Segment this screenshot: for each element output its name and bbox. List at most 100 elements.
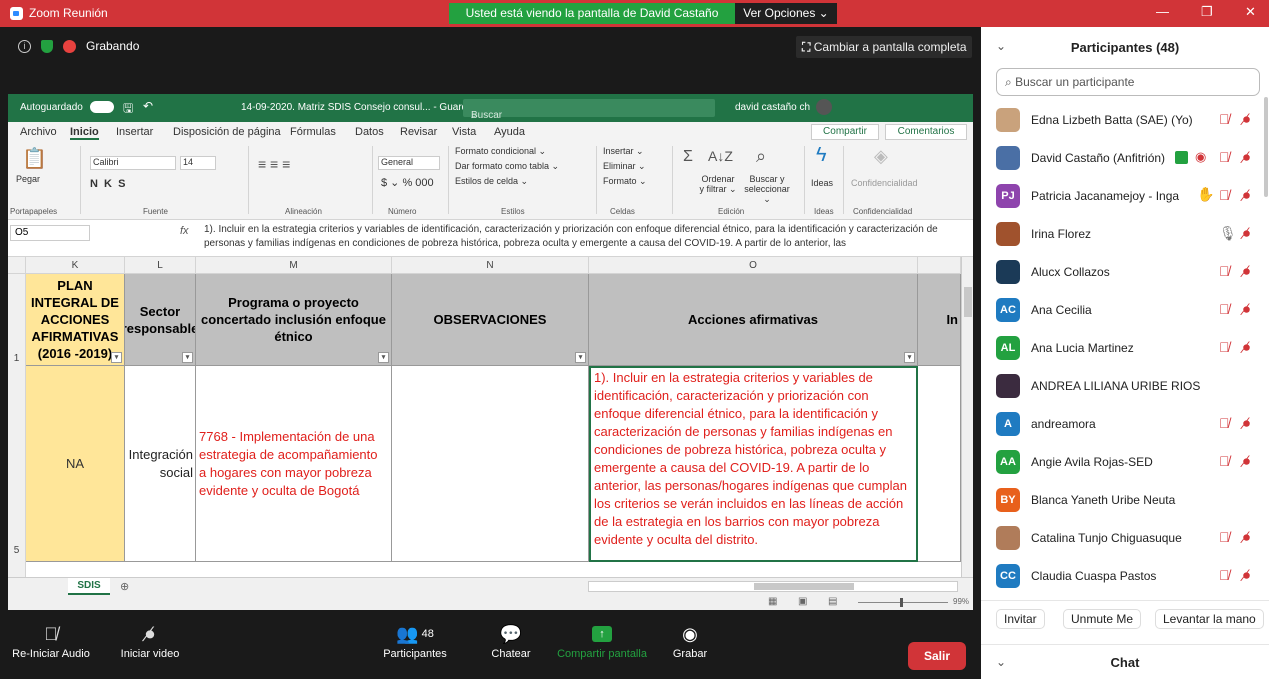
shield-icon[interactable] (41, 39, 53, 53)
select-all-corner[interactable] (8, 257, 26, 274)
zoom-slider-thumb[interactable] (900, 598, 903, 607)
participants-button[interactable]: 👥 48 Participantes (378, 620, 452, 661)
column-header-p[interactable] (918, 257, 961, 274)
undo-icon[interactable]: ↶ (143, 99, 153, 113)
participant-row[interactable]: ANDREA LILIANA URIBE RIOS (981, 367, 1269, 405)
video-off-icon[interactable]: ⏺̸ (1243, 529, 1250, 546)
conditional-format-button[interactable]: Formato condicional ⌄ (455, 146, 546, 157)
video-off-icon[interactable]: ⏺̸ (1243, 187, 1250, 204)
zoom-slider[interactable] (858, 602, 948, 603)
currency-percent-buttons[interactable]: $ ⌄ % 000 (381, 176, 434, 189)
share-screen-button[interactable]: ↑ Compartir pantalla (554, 620, 650, 660)
insert-cells-button[interactable]: Insertar ⌄ (603, 146, 644, 157)
page-layout-icon[interactable]: ▣ (798, 596, 807, 607)
row-header-5[interactable]: 5 (8, 366, 26, 562)
video-off-icon[interactable]: ⏺̸ (1243, 301, 1250, 318)
raise-hand-button[interactable]: Levantar la mano (1155, 609, 1264, 629)
participant-row[interactable]: PJ Patricia Jacanamejoy - Inga ✋ 🎙̸ ⏺̸ (981, 177, 1269, 215)
video-off-icon[interactable]: ⏺̸ (1243, 149, 1250, 166)
info-icon[interactable]: i (18, 39, 31, 53)
cell-k5[interactable]: NA (26, 366, 125, 562)
cell-p5[interactable] (918, 366, 961, 562)
menu-inicio[interactable]: Inicio (70, 126, 99, 140)
participant-row[interactable]: AL Ana Lucia Martinez 🎙̸ ⏺̸ (981, 329, 1269, 367)
muted-mic-icon[interactable]: 🎙̸ (1219, 263, 1230, 279)
menu-insertar[interactable]: Insertar (116, 126, 153, 138)
excel-search-input[interactable]: ⌕ Buscar (463, 99, 715, 121)
video-off-icon[interactable]: ⏺̸ (1243, 415, 1250, 432)
function-icon[interactable]: fx (180, 225, 189, 237)
close-button[interactable]: ✕ (1245, 4, 1256, 20)
menu-archivo[interactable]: Archivo (20, 126, 57, 138)
scrollbar-thumb[interactable] (964, 287, 972, 317)
confidentiality-button[interactable]: Confidencialidad (851, 178, 918, 188)
restore-button[interactable]: ❐ (1201, 4, 1213, 20)
row-header-1[interactable]: 1 (8, 274, 26, 366)
font-size-select[interactable]: 14 (180, 156, 216, 170)
horizontal-scrollbar[interactable] (588, 581, 958, 592)
participant-row[interactable]: A andreamora 🎙̸ ⏺̸ (981, 405, 1269, 443)
formula-content[interactable]: 1). Incluir en la estrategia criterios y… (204, 223, 949, 251)
menu-ayuda[interactable]: Ayuda (494, 126, 525, 138)
video-button[interactable]: ⏺̸ Iniciar video (112, 620, 188, 661)
participant-search-input[interactable]: ⌕ Buscar un participante (996, 68, 1260, 96)
find-select-button[interactable]: Buscar y seleccionar ⌄ (741, 174, 793, 204)
share-button[interactable]: Compartir (811, 124, 879, 140)
cell-m5[interactable]: 7768 - Implementación de una estrategia … (196, 366, 392, 562)
video-off-icon[interactable]: ⏺̸ (1243, 225, 1250, 242)
user-avatar[interactable] (816, 99, 832, 115)
leave-meeting-button[interactable]: Salir (908, 642, 966, 670)
video-off-icon[interactable]: ⏺̸ (1243, 339, 1250, 356)
fullscreen-button[interactable]: ⛶ Cambiar a pantalla completa (796, 36, 972, 58)
video-off-icon[interactable]: ⏺̸ (1243, 453, 1250, 470)
header-cell-p[interactable]: In (918, 274, 961, 366)
video-off-icon[interactable]: ⏺̸ (1243, 567, 1250, 584)
add-sheet-icon[interactable]: ⊕ (120, 580, 129, 593)
video-off-icon[interactable]: ⏺̸ (1243, 111, 1250, 128)
font-name-select[interactable]: Calibri (90, 156, 176, 170)
minimize-button[interactable]: — (1156, 4, 1169, 19)
header-cell-l[interactable]: Sector responsable ▾ (125, 274, 196, 366)
ideas-button[interactable]: Ideas (811, 178, 833, 188)
filter-dropdown-icon[interactable]: ▾ (111, 352, 122, 363)
column-header-m[interactable]: M (196, 257, 392, 274)
comments-button[interactable]: Comentarios (885, 124, 967, 140)
mic-icon[interactable]: 🎙 (1219, 225, 1237, 242)
participant-row[interactable]: AA Angie Avila Rojas-SED 🎙̸ ⏺̸ (981, 443, 1269, 481)
horizontal-scrollbar-thumb[interactable] (754, 583, 854, 590)
filter-dropdown-icon[interactable]: ▾ (575, 352, 586, 363)
align-icon[interactable]: ≡ ≡ ≡ (258, 156, 290, 172)
muted-mic-icon[interactable]: 🎙̸ (1219, 453, 1230, 469)
paste-button[interactable]: Pegar (16, 174, 40, 184)
muted-mic-icon[interactable]: 🎙̸ (1219, 301, 1230, 317)
column-header-k[interactable]: K (26, 257, 125, 274)
participant-row[interactable]: Catalina Tunjo Chiguasuque 🎙̸ ⏺̸ (981, 519, 1269, 557)
column-header-l[interactable]: L (125, 257, 196, 274)
header-cell-k[interactable]: PLAN INTEGRAL DE ACCIONES AFIRMATIVAS (2… (26, 274, 125, 366)
view-options-button[interactable]: Ver Opciones ⌄ (735, 3, 837, 24)
muted-mic-icon[interactable]: 🎙̸ (1219, 567, 1230, 583)
format-cells-button[interactable]: Formato ⌄ (603, 176, 647, 187)
filter-dropdown-icon[interactable]: ▾ (904, 352, 915, 363)
cell-o5-selected[interactable]: 1). Incluir en la estrategia criterios y… (589, 366, 918, 562)
video-off-icon[interactable]: ⏺̸ (1243, 263, 1250, 280)
menu-disposicion[interactable]: Disposición de página (173, 126, 281, 138)
muted-mic-icon[interactable]: 🎙̸ (1219, 415, 1230, 431)
vertical-scrollbar[interactable] (961, 257, 973, 577)
participant-row[interactable]: Irina Florez 🎙 ⏺̸ (981, 215, 1269, 253)
row-header-next[interactable] (8, 562, 26, 577)
audio-button[interactable]: 🎙̸ Re-Iniciar Audio (8, 620, 94, 661)
cell-n5[interactable] (392, 366, 589, 562)
delete-cells-button[interactable]: Eliminar ⌄ (603, 161, 646, 172)
autosave-toggle[interactable] (90, 101, 114, 113)
participant-row[interactable]: Edna Lizbeth Batta (SAE) (Yo) 🎙̸ ⏺̸ (981, 101, 1269, 139)
chat-button[interactable]: 💬 Chatear (486, 620, 536, 661)
muted-mic-icon[interactable]: 🎙̸ (1219, 529, 1230, 545)
muted-mic-icon[interactable]: 🎙̸ (1219, 149, 1230, 165)
name-box[interactable]: O5 (10, 225, 90, 241)
column-header-o[interactable]: O (589, 257, 918, 274)
muted-mic-icon[interactable]: 🎙̸ (1219, 187, 1230, 203)
muted-mic-icon[interactable]: 🎙̸ (1219, 339, 1230, 355)
menu-vista[interactable]: Vista (452, 126, 476, 138)
sheet-tab-sdis[interactable]: SDIS (68, 578, 110, 595)
